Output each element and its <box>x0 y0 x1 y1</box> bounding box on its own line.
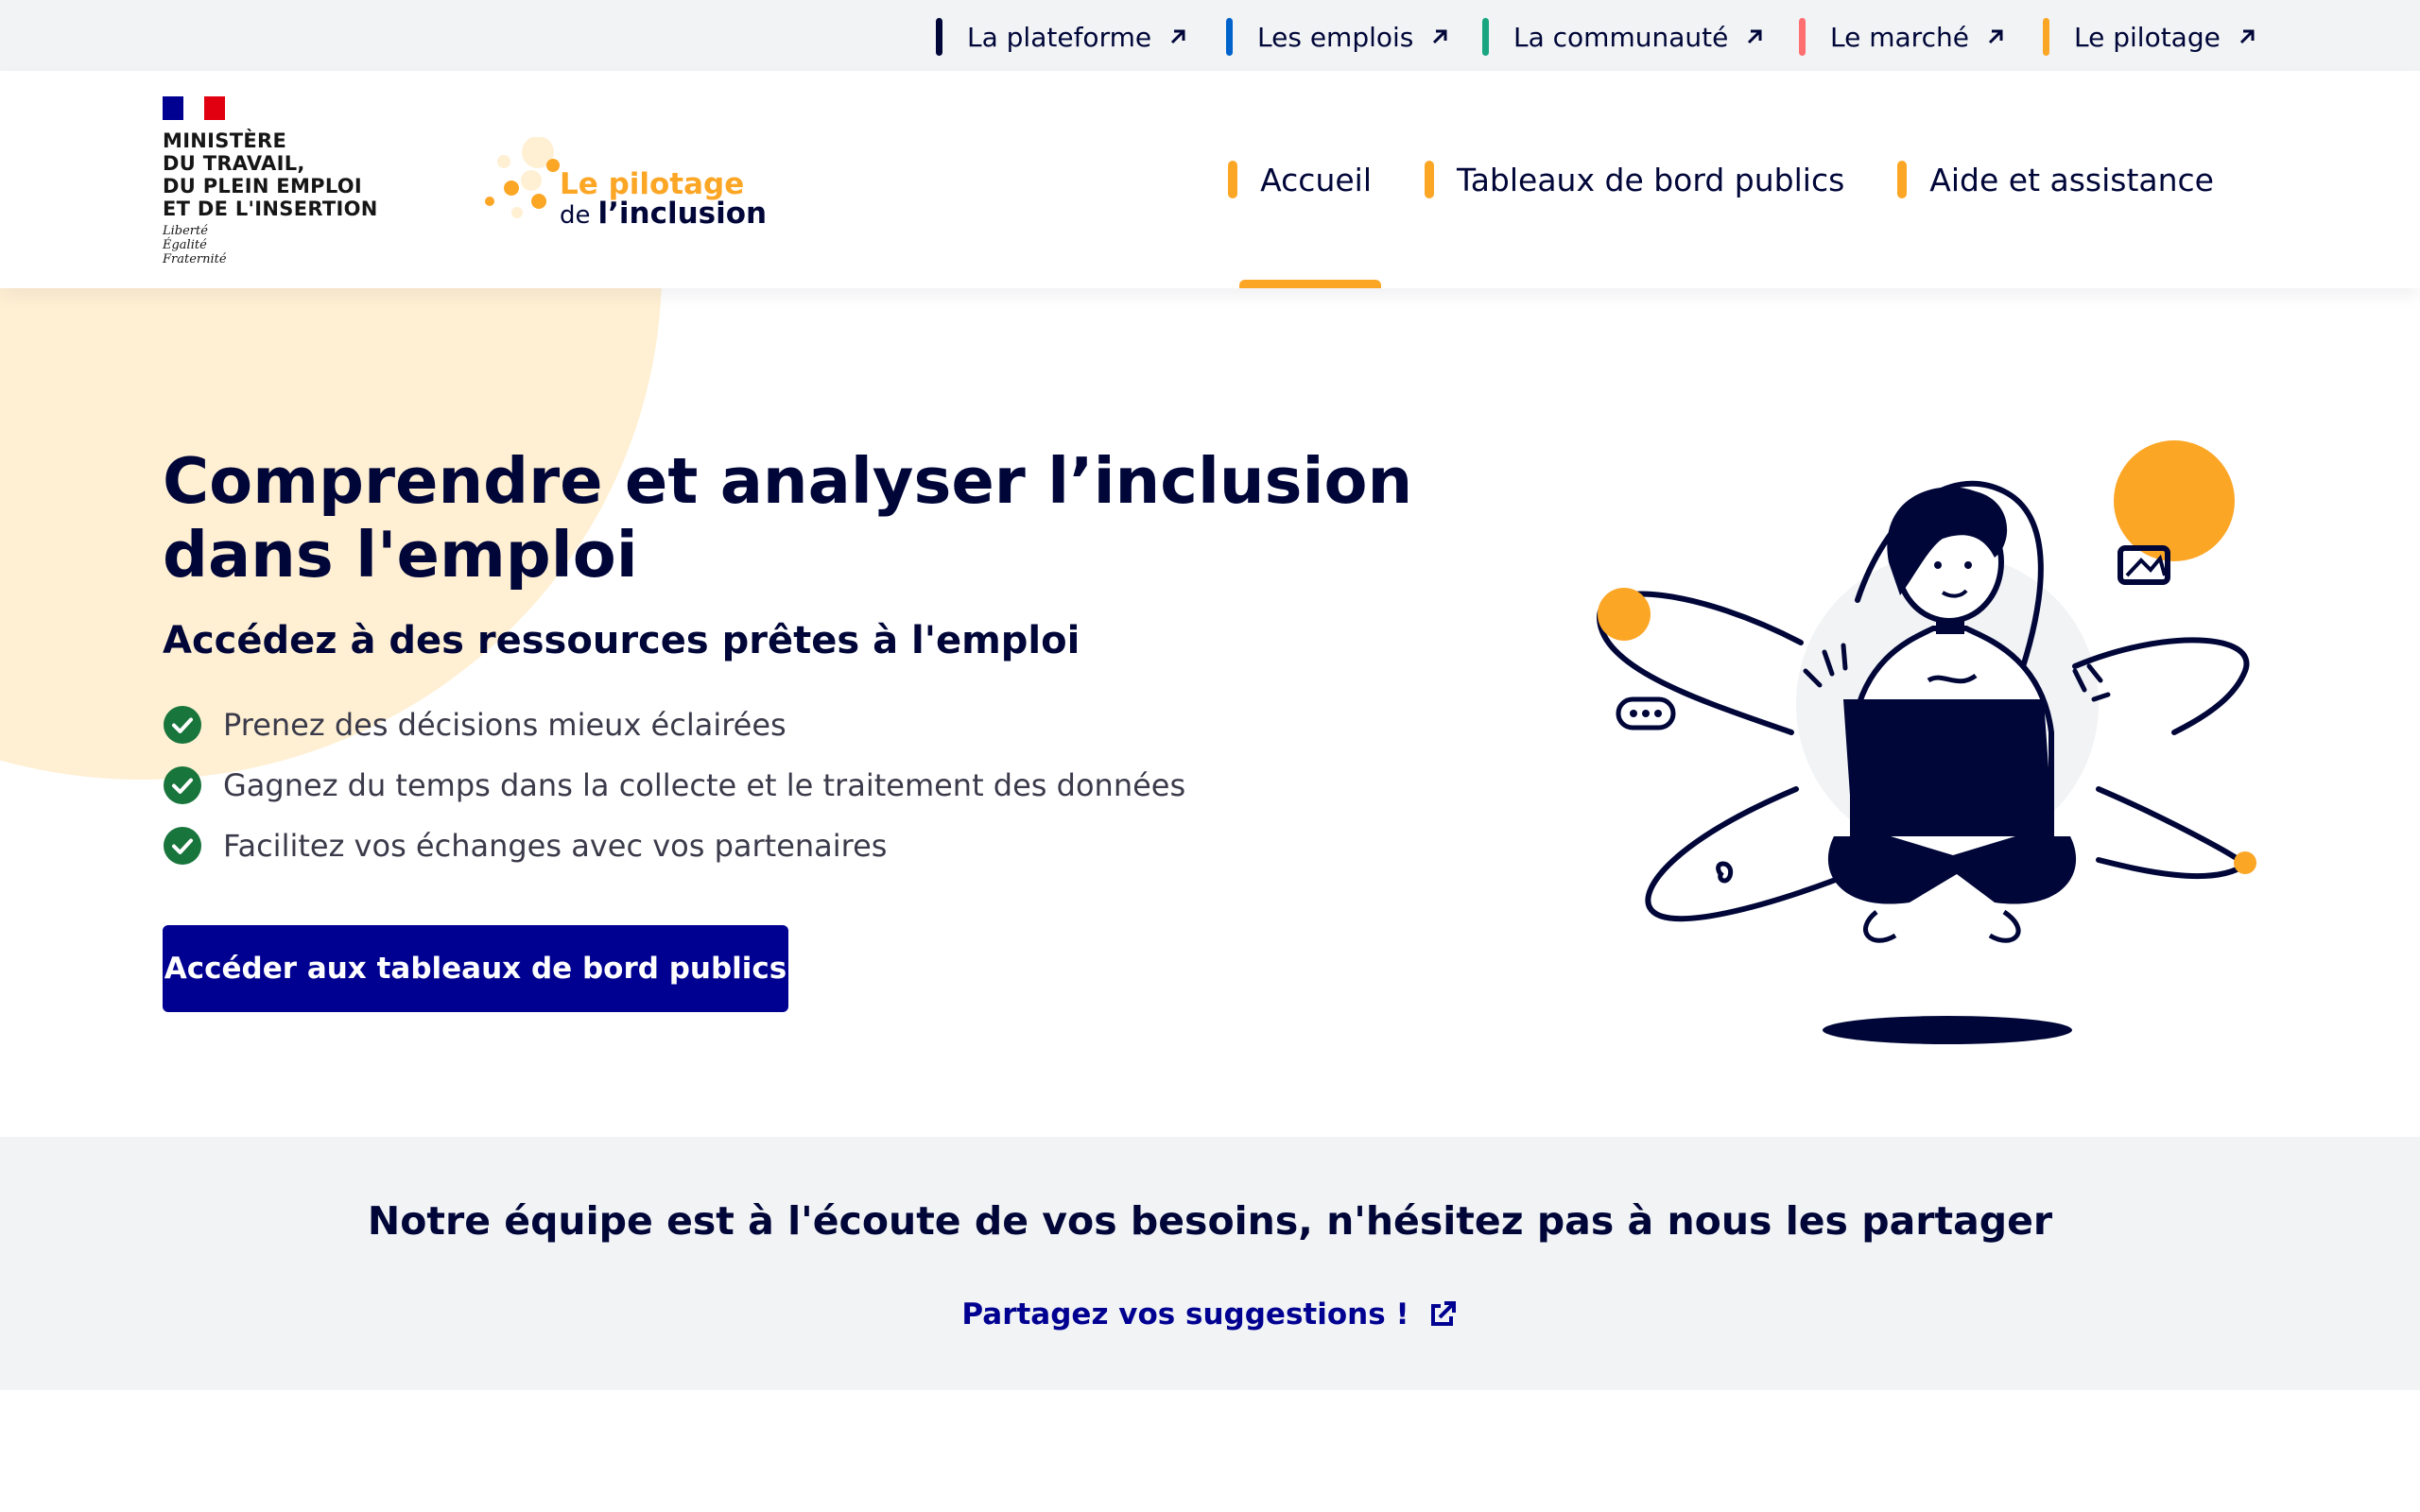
topbar-link-emplois[interactable]: Les emplois <box>1226 17 1451 57</box>
color-bar <box>1799 18 1806 56</box>
nav-item-label: Tableaux de bord publics <box>1457 161 1845 198</box>
hero-section: Comprendre et analyser l’inclusion dans … <box>0 288 2420 1137</box>
nav-item-aide[interactable]: Aide et assistance <box>1897 151 2214 208</box>
person-laptop-illustration <box>1596 440 2256 1044</box>
nav-accent-bar <box>1425 161 1434 198</box>
nav-item-label: Accueil <box>1260 161 1372 198</box>
topbar-link-label: Le marché <box>1830 21 1969 53</box>
nav-accent-bar <box>1228 161 1238 198</box>
feedback-section: Notre équipe est à l'écoute de vos besoi… <box>0 1137 2420 1390</box>
check-circle-icon <box>164 706 201 744</box>
arrow-up-right-icon <box>2239 29 2255 44</box>
ministry-motto: Liberté Égalité Fraternité <box>163 224 227 266</box>
brand-line2-main: l’inclusion <box>597 197 768 231</box>
hero-title: Comprendre et analyser l’inclusion dans … <box>163 444 1413 592</box>
topbar-link-label: La communauté <box>1513 21 1729 53</box>
hero-subtitle: Accédez à des ressources prêtes à l'empl… <box>163 619 1080 662</box>
topbar-link-pilotage[interactable]: Le pilotage <box>2043 17 2258 57</box>
color-bar <box>1482 18 1489 56</box>
color-bar <box>2043 18 2049 56</box>
feature-text: Facilitez vos échanges avec vos partenai… <box>223 828 888 864</box>
color-bar <box>936 18 942 56</box>
main-navigation: Accueil Tableaux de bord publics Aide et… <box>1175 71 2214 288</box>
ministry-name: MINISTÈRE DU TRAVAIL, DU PLEIN EMPLOI ET… <box>163 129 378 220</box>
topbar-link-plateforme[interactable]: La plateforme <box>936 17 1189 57</box>
nav-item-accueil[interactable]: Accueil <box>1228 151 1381 288</box>
access-dashboards-button[interactable]: Accéder aux tableaux de bord publics <box>163 925 788 1012</box>
service-topbar: La plateforme Les emplois La communauté … <box>0 0 2420 71</box>
color-bar <box>1226 18 1233 56</box>
brand-dots-icon <box>485 137 560 218</box>
brand-line2: de l’inclusion <box>560 197 767 231</box>
ministry-logo[interactable]: MINISTÈRE DU TRAVAIL, DU PLEIN EMPLOI ET… <box>163 96 389 266</box>
french-flag-icon <box>163 96 225 120</box>
feature-text: Gagnez du temps dans la collecte et le t… <box>223 767 1186 803</box>
feature-list: Prenez des décisions mieux éclairées Gag… <box>163 695 1185 876</box>
topbar-link-marche[interactable]: Le marché <box>1799 17 2007 57</box>
check-circle-icon <box>164 827 201 865</box>
arrow-up-right-icon <box>1171 29 1185 44</box>
nav-item-label: Aide et assistance <box>1929 161 2214 198</box>
nav-item-tableaux[interactable]: Tableaux de bord publics <box>1425 151 1844 208</box>
feature-item: Facilitez vos échanges avec vos partenai… <box>163 816 1185 876</box>
external-link-icon <box>1430 1301 1456 1326</box>
arrow-up-right-icon <box>1433 29 1447 44</box>
brand-line2-prefix: de <box>560 201 591 230</box>
nav-accent-bar <box>1897 161 1908 198</box>
share-suggestions-label: Partagez vos suggestions ! <box>961 1297 1409 1332</box>
topbar-link-label: Les emplois <box>1257 21 1414 53</box>
check-circle-icon <box>164 766 201 804</box>
site-brand-logo[interactable]: Le pilotage de l’inclusion <box>484 137 768 232</box>
arrow-up-right-icon <box>1988 29 2003 44</box>
topbar-link-communaute[interactable]: La communauté <box>1482 17 1766 57</box>
topbar-link-label: La plateforme <box>967 21 1152 53</box>
feedback-title: Notre équipe est à l'écoute de vos besoi… <box>367 1198 2053 1244</box>
site-header: MINISTÈRE DU TRAVAIL, DU PLEIN EMPLOI ET… <box>0 71 2420 288</box>
topbar-link-label: Le pilotage <box>2074 21 2221 53</box>
arrow-up-right-icon <box>1748 29 1762 44</box>
feature-text: Prenez des décisions mieux éclairées <box>223 707 786 743</box>
feature-item: Gagnez du temps dans la collecte et le t… <box>163 755 1185 816</box>
feature-item: Prenez des décisions mieux éclairées <box>163 695 1185 755</box>
share-suggestions-link[interactable]: Partagez vos suggestions ! <box>0 1297 2420 1332</box>
